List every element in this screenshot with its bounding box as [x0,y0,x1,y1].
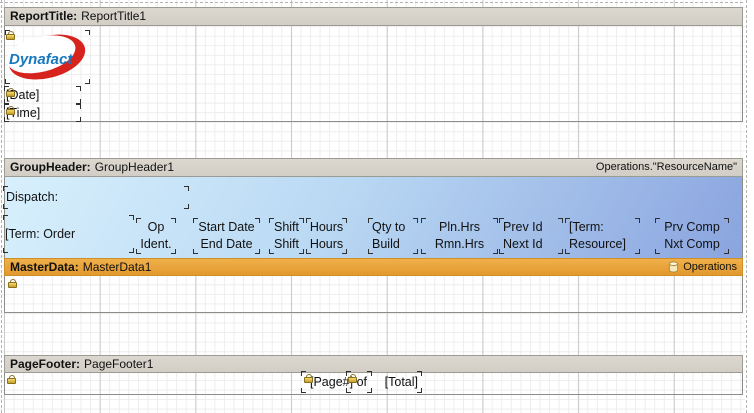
page-edge-left [1,0,2,413]
page-edge-right [746,0,747,413]
band-header-report-title[interactable]: ReportTitle: ReportTitle1 [4,7,743,26]
lock-icon [304,374,313,384]
band-name-label: MasterData1 [83,259,152,276]
page-edge-top [0,2,748,3]
dispatch-label-text: Dispatch: [3,189,58,206]
column-header-start-end-date[interactable]: Start Date End Date [193,218,260,254]
total-pages-field-text: [Total] [385,374,422,391]
logo-text: Dynafact [9,51,73,68]
band-datasource-label: Operations."ResourceName" [596,159,737,176]
date-field-object[interactable]: [Date] [4,86,81,104]
band-datasource-label: Operations [683,259,737,276]
lock-icon [8,279,17,289]
dispatch-label-object[interactable]: Dispatch: [3,186,189,209]
lock-icon [7,375,16,385]
time-field-object[interactable]: [Time] [4,104,81,122]
term-order-field-text: [Term: Order [3,226,75,243]
band-type-label: PageFooter: [10,356,80,373]
column-header-op-ident[interactable]: Op Ident. [136,218,176,254]
report-designer-surface: ReportTitle: ReportTitle1 Dynafact [Date… [0,0,754,413]
band-datasource: Operations [668,259,737,276]
column-header-qty-to-build[interactable]: Qty to Build [368,218,418,254]
logo-object[interactable]: Dynafact [5,30,90,84]
band-header-master-data[interactable]: MasterData: MasterData1 Operations [4,258,743,276]
total-pages-field-object[interactable]: [Total] [346,371,422,393]
band-name-label: PageFooter1 [84,356,153,373]
band-name-label: GroupHeader1 [95,159,174,176]
band-name-label: ReportTitle1 [81,8,146,25]
column-header-pln-rmn-hrs[interactable]: Pln.Hrs Rmn.Hrs [421,218,498,254]
database-icon [668,261,679,273]
column-header-prv-nxt-comp[interactable]: Prv Comp Nxt Comp [655,218,729,254]
band-type-label: ReportTitle: [10,8,77,25]
lock-icon [348,374,357,384]
lock-icon [6,106,15,116]
band-content-master-data[interactable] [4,276,743,313]
band-type-label: MasterData: [10,259,79,276]
column-header-term-resource[interactable]: [Term: Resource] [565,218,640,254]
lock-icon [6,88,15,98]
band-header-group-header[interactable]: GroupHeader: GroupHeader1 Operations."Re… [4,158,743,177]
column-header-hours[interactable]: Hours Hours [306,218,347,254]
column-header-shift[interactable]: Shift Shift [269,218,304,254]
band-type-label: GroupHeader: [10,159,91,176]
column-header-prev-next-id[interactable]: Prev Id Next Id [499,218,563,254]
term-order-field-object[interactable]: [Term: Order [3,215,134,253]
dynafact-logo-icon: Dynafact [5,31,90,83]
band-content-report-title[interactable] [4,26,743,122]
